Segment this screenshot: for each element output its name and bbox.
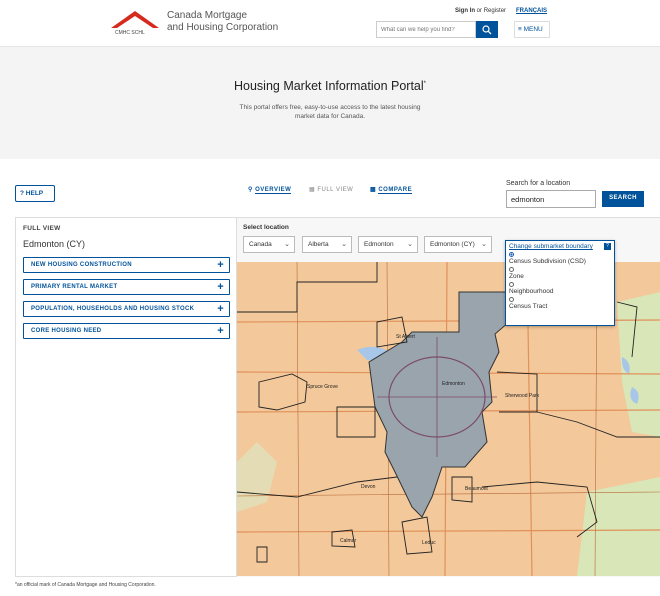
panel-location: Edmonton (CY)	[23, 239, 86, 249]
chevron-down-icon: ⌄	[407, 241, 413, 248]
site-search-input[interactable]	[376, 21, 476, 38]
site-header: CMHC SCHL Canada Mortgage and Housing Co…	[0, 0, 660, 47]
chevron-down-icon: ⌄	[284, 241, 290, 248]
plus-icon: +	[217, 259, 224, 271]
plus-icon: +	[217, 281, 224, 293]
pin-icon: ⚲	[248, 187, 253, 193]
location-search-button[interactable]: SEARCH	[602, 191, 644, 207]
account-links: Sign In or Register	[455, 8, 506, 14]
tab-full-view[interactable]: ▦ FULL VIEW	[309, 186, 353, 193]
chevron-down-icon: ⌄	[341, 241, 347, 248]
question-icon[interactable]: ?	[604, 243, 611, 250]
org-name: Canada Mortgage and Housing Corporation	[167, 10, 279, 33]
language-toggle[interactable]: FRANÇAIS	[516, 8, 547, 14]
tab-overview[interactable]: ⚲ OVERVIEW	[248, 186, 292, 194]
boundary-option-census-tract[interactable]: Census Tract	[509, 295, 611, 310]
panel-title: FULL VIEW	[23, 225, 61, 232]
question-icon: ?	[20, 190, 24, 197]
section-new-housing-construction[interactable]: NEW HOUSING CONSTRUCTION +	[23, 257, 230, 273]
radio-unselected[interactable]	[509, 282, 514, 287]
submarket-boundary-popup: Change submarket boundary ? Census Subdi…	[505, 240, 615, 326]
bar-chart-icon: ▩	[370, 187, 377, 193]
grid-icon: ▦	[309, 187, 316, 193]
country-select[interactable]: Canada ⌄	[243, 236, 295, 253]
chevron-down-icon: ⌄	[481, 241, 487, 248]
boundary-title[interactable]: Change submarket boundary	[509, 243, 611, 250]
hamburger-icon: ≡	[518, 26, 522, 33]
search-icon	[482, 24, 492, 34]
hero-banner: Housing Market Information Portal* This …	[0, 47, 660, 159]
radio-unselected[interactable]	[509, 297, 514, 302]
map-label-edmonton: Edmonton	[442, 381, 465, 387]
map-label-st-albert: St Albert	[396, 334, 416, 340]
footnote: *an official mark of Canada Mortgage and…	[15, 582, 156, 588]
map-label-sherwood-park: Sherwood Park	[505, 393, 540, 399]
section-population-households[interactable]: POPULATION, HOUSEHOLDS AND HOUSING STOCK…	[23, 301, 230, 317]
plus-icon: +	[217, 303, 224, 315]
full-view-panel: FULL VIEW Edmonton (CY) NEW HOUSING CONS…	[15, 217, 237, 577]
map-label-leduc: Leduc	[422, 540, 436, 546]
help-button[interactable]: ? HELP	[15, 185, 55, 202]
tab-compare[interactable]: ▩ COMPARE	[370, 186, 413, 194]
site-search-button[interactable]	[476, 21, 498, 38]
csd-select[interactable]: Edmonton (CY) ⌄	[424, 236, 492, 253]
location-search-label: Search for a location	[506, 180, 571, 187]
signin-link[interactable]: Sign In	[455, 8, 475, 14]
map-label-devon: Devon	[361, 484, 376, 490]
cma-select[interactable]: Edmonton ⌄	[358, 236, 418, 253]
province-select[interactable]: Alberta ⌄	[302, 236, 352, 253]
radio-selected[interactable]	[509, 252, 514, 257]
location-search-input[interactable]	[506, 190, 596, 208]
or-text: or	[476, 8, 483, 14]
map-label-calmar: Calmar	[340, 538, 356, 544]
section-primary-rental-market[interactable]: PRIMARY RENTAL MARKET +	[23, 279, 230, 295]
map-label-spruce-grove: Spruce Grove	[307, 384, 338, 390]
cmhc-logo[interactable]: CMHC SCHL	[109, 8, 165, 36]
page-title: Housing Market Information Portal*	[233, 79, 426, 93]
boundary-option-zone[interactable]: Zone	[509, 265, 611, 280]
radio-unselected[interactable]	[509, 267, 514, 272]
svg-text:CMHC SCHL: CMHC SCHL	[115, 30, 145, 36]
boundary-option-csd[interactable]: Census Subdivision (CSD)	[509, 250, 611, 265]
plus-icon: +	[217, 325, 224, 337]
page-description: This portal offers free, easy-to-use acc…	[239, 104, 421, 120]
select-location-label: Select location	[243, 224, 289, 231]
register-link[interactable]: Register	[484, 8, 506, 14]
boundary-option-neighbourhood[interactable]: Neighbourhood	[509, 280, 611, 295]
map-label-beaumont: Beaumont	[465, 486, 488, 492]
section-core-housing-need[interactable]: CORE HOUSING NEED +	[23, 323, 230, 339]
menu-button[interactable]: ≡ MENU	[514, 21, 550, 38]
